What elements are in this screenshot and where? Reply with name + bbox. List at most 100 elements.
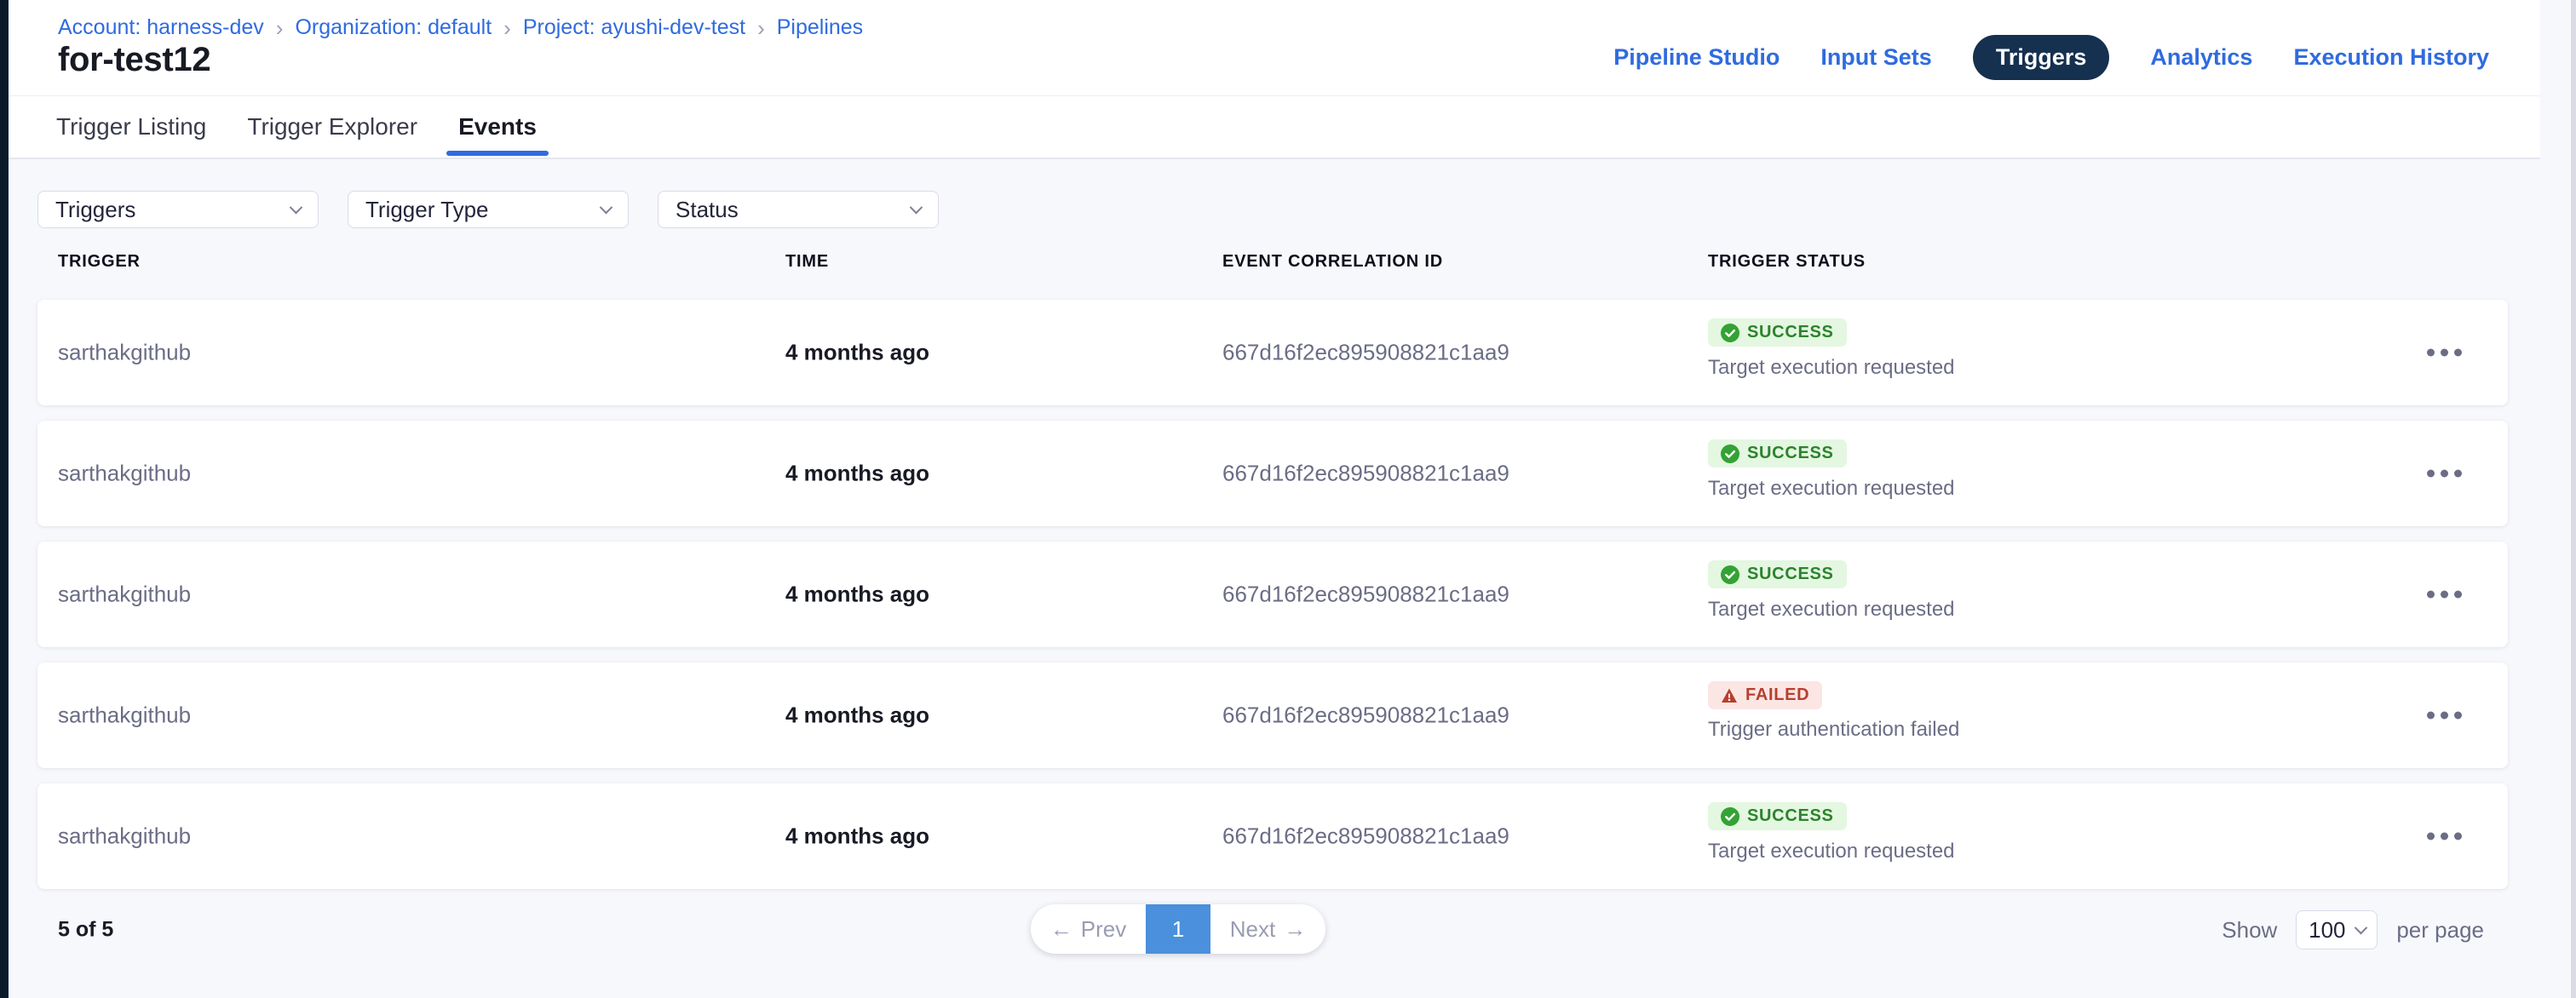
- row-menu-button[interactable]: [2418, 703, 2470, 728]
- status-detail: Target execution requested: [1708, 840, 1955, 863]
- pager: ← Prev 1 Next →: [1031, 904, 1325, 954]
- next-label: Next: [1230, 916, 1275, 943]
- table-row: sarthakgithub 4 months ago 667d16f2ec895…: [37, 542, 2508, 647]
- event-rows: sarthakgithub 4 months ago 667d16f2ec895…: [37, 300, 2576, 889]
- show-label: Show: [2222, 917, 2277, 944]
- trigger-status-cell: FAILED Trigger authentication failed: [1708, 681, 1959, 742]
- tab-trigger-explorer[interactable]: Trigger Explorer: [247, 96, 417, 158]
- table-header-row: TRIGGER TIME EVENT CORRELATION ID TRIGGE…: [37, 245, 2508, 290]
- row-menu-button[interactable]: [2418, 582, 2470, 607]
- nav-execution-history[interactable]: Execution History: [2293, 44, 2489, 71]
- event-correlation-id: 667d16f2ec895908821c1aa9: [1222, 703, 1509, 729]
- trigger-name[interactable]: sarthakgithub: [58, 823, 191, 850]
- breadcrumb-separator-icon: ›: [757, 17, 765, 39]
- filter-bar: Triggers Trigger Type Status: [37, 191, 2576, 228]
- tab-trigger-listing[interactable]: Trigger Listing: [56, 96, 206, 158]
- arrow-right-icon: →: [1284, 916, 1306, 943]
- nav-pipeline-studio[interactable]: Pipeline Studio: [1613, 44, 1780, 71]
- prev-page-button[interactable]: ← Prev: [1031, 904, 1146, 954]
- page-size-value: 100: [2309, 917, 2345, 944]
- trigger-name[interactable]: sarthakgithub: [58, 461, 191, 487]
- pagination-bar: 5 of 5 ← Prev 1 Next → Show 100 per page: [37, 904, 2508, 955]
- event-correlation-id: 667d16f2ec895908821c1aa9: [1222, 582, 1509, 608]
- breadcrumb-separator-icon: ›: [276, 17, 284, 39]
- trigger-status-cell: SUCCESS Target execution requested: [1708, 802, 1955, 863]
- row-menu-button[interactable]: [2418, 462, 2470, 486]
- status-badge-label: SUCCESS: [1747, 444, 1834, 463]
- page-title: for-test12: [58, 41, 210, 79]
- chevron-down-icon: [290, 200, 303, 214]
- page-size-dropdown[interactable]: 100: [2296, 910, 2378, 949]
- status-badge: SUCCESS: [1708, 439, 1847, 467]
- status-filter-label: Status: [676, 197, 739, 223]
- event-correlation-id: 667d16f2ec895908821c1aa9: [1222, 823, 1509, 850]
- row-menu-button[interactable]: [2418, 824, 2470, 849]
- row-menu-button[interactable]: [2418, 341, 2470, 365]
- status-badge: FAILED: [1708, 681, 1822, 709]
- nav-analytics[interactable]: Analytics: [2150, 44, 2252, 71]
- table-row: sarthakgithub 4 months ago 667d16f2ec895…: [37, 300, 2508, 405]
- event-correlation-id: 667d16f2ec895908821c1aa9: [1222, 340, 1509, 366]
- event-time: 4 months ago: [785, 703, 929, 729]
- triggers-filter-dropdown[interactable]: Triggers: [37, 191, 319, 228]
- column-header-trigger-status: TRIGGER STATUS: [1708, 252, 1866, 272]
- scrollbar[interactable]: [2571, 0, 2576, 998]
- column-header-event-correlation-id: EVENT CORRELATION ID: [1222, 252, 1443, 272]
- column-header-time: TIME: [785, 252, 829, 272]
- breadcrumb-pipelines-link[interactable]: Pipelines: [777, 15, 863, 40]
- event-correlation-id: 667d16f2ec895908821c1aa9: [1222, 461, 1509, 487]
- status-detail: Target execution requested: [1708, 477, 1955, 501]
- chevron-down-icon: [2354, 921, 2367, 934]
- trigger-status-cell: SUCCESS Target execution requested: [1708, 560, 1955, 622]
- chevron-down-icon: [600, 200, 613, 214]
- breadcrumb-account-link[interactable]: Account: harness-dev: [58, 15, 264, 40]
- status-detail: Target execution requested: [1708, 598, 1955, 622]
- trigger-status-cell: SUCCESS Target execution requested: [1708, 318, 1955, 380]
- events-content: Triggers Trigger Type Status TRIGGER TIM…: [9, 159, 2576, 998]
- status-badge-label: SUCCESS: [1747, 565, 1834, 584]
- check-circle-icon: [1721, 445, 1739, 463]
- status-badge: SUCCESS: [1708, 318, 1847, 347]
- collapsed-sidebar-edge: [0, 0, 9, 998]
- trigger-name[interactable]: sarthakgithub: [58, 703, 191, 729]
- breadcrumb-organization-link[interactable]: Organization: default: [295, 15, 492, 40]
- nav-input-sets[interactable]: Input Sets: [1820, 44, 1932, 71]
- arrow-left-icon: ←: [1050, 916, 1072, 943]
- next-page-button[interactable]: Next →: [1210, 904, 1325, 954]
- check-circle-icon: [1721, 324, 1739, 342]
- event-time: 4 months ago: [785, 582, 929, 608]
- per-page-label: per page: [2396, 917, 2484, 944]
- triggers-filter-label: Triggers: [55, 197, 135, 223]
- page-number-button[interactable]: 1: [1146, 904, 1210, 954]
- trigger-status-cell: SUCCESS Target execution requested: [1708, 439, 1955, 501]
- breadcrumb-project-link[interactable]: Project: ayushi-dev-test: [523, 15, 745, 40]
- chevron-down-icon: [910, 200, 923, 214]
- table-row: sarthakgithub 4 months ago 667d16f2ec895…: [37, 662, 2508, 768]
- trigger-name[interactable]: sarthakgithub: [58, 340, 191, 366]
- event-time: 4 months ago: [785, 823, 929, 850]
- status-badge-label: SUCCESS: [1747, 323, 1834, 342]
- tab-events[interactable]: Events: [458, 96, 537, 158]
- trigger-name[interactable]: sarthakgithub: [58, 582, 191, 608]
- trigger-type-filter-label: Trigger Type: [365, 197, 489, 223]
- tab-bar: Trigger Listing Trigger Explorer Events: [9, 96, 2540, 159]
- status-badge: SUCCESS: [1708, 802, 1847, 830]
- table-row: sarthakgithub 4 months ago 667d16f2ec895…: [37, 421, 2508, 526]
- check-circle-icon: [1721, 565, 1739, 584]
- nav-triggers[interactable]: Triggers: [1973, 35, 2110, 80]
- page-header: Account: harness-dev › Organization: def…: [9, 0, 2540, 96]
- trigger-type-filter-dropdown[interactable]: Trigger Type: [348, 191, 629, 228]
- event-time: 4 months ago: [785, 461, 929, 487]
- prev-label: Prev: [1081, 916, 1126, 943]
- results-count: 5 of 5: [58, 918, 113, 943]
- pipeline-section-nav: Pipeline Studio Input Sets Triggers Anal…: [1613, 0, 2489, 96]
- column-header-trigger: TRIGGER: [58, 252, 141, 272]
- status-badge-label: FAILED: [1745, 685, 1809, 705]
- breadcrumb: Account: harness-dev › Organization: def…: [58, 15, 863, 40]
- breadcrumb-separator-icon: ›: [503, 17, 511, 39]
- status-filter-dropdown[interactable]: Status: [658, 191, 939, 228]
- event-time: 4 months ago: [785, 340, 929, 366]
- status-badge: SUCCESS: [1708, 560, 1847, 588]
- check-circle-icon: [1721, 807, 1739, 826]
- status-detail: Trigger authentication failed: [1708, 718, 1959, 742]
